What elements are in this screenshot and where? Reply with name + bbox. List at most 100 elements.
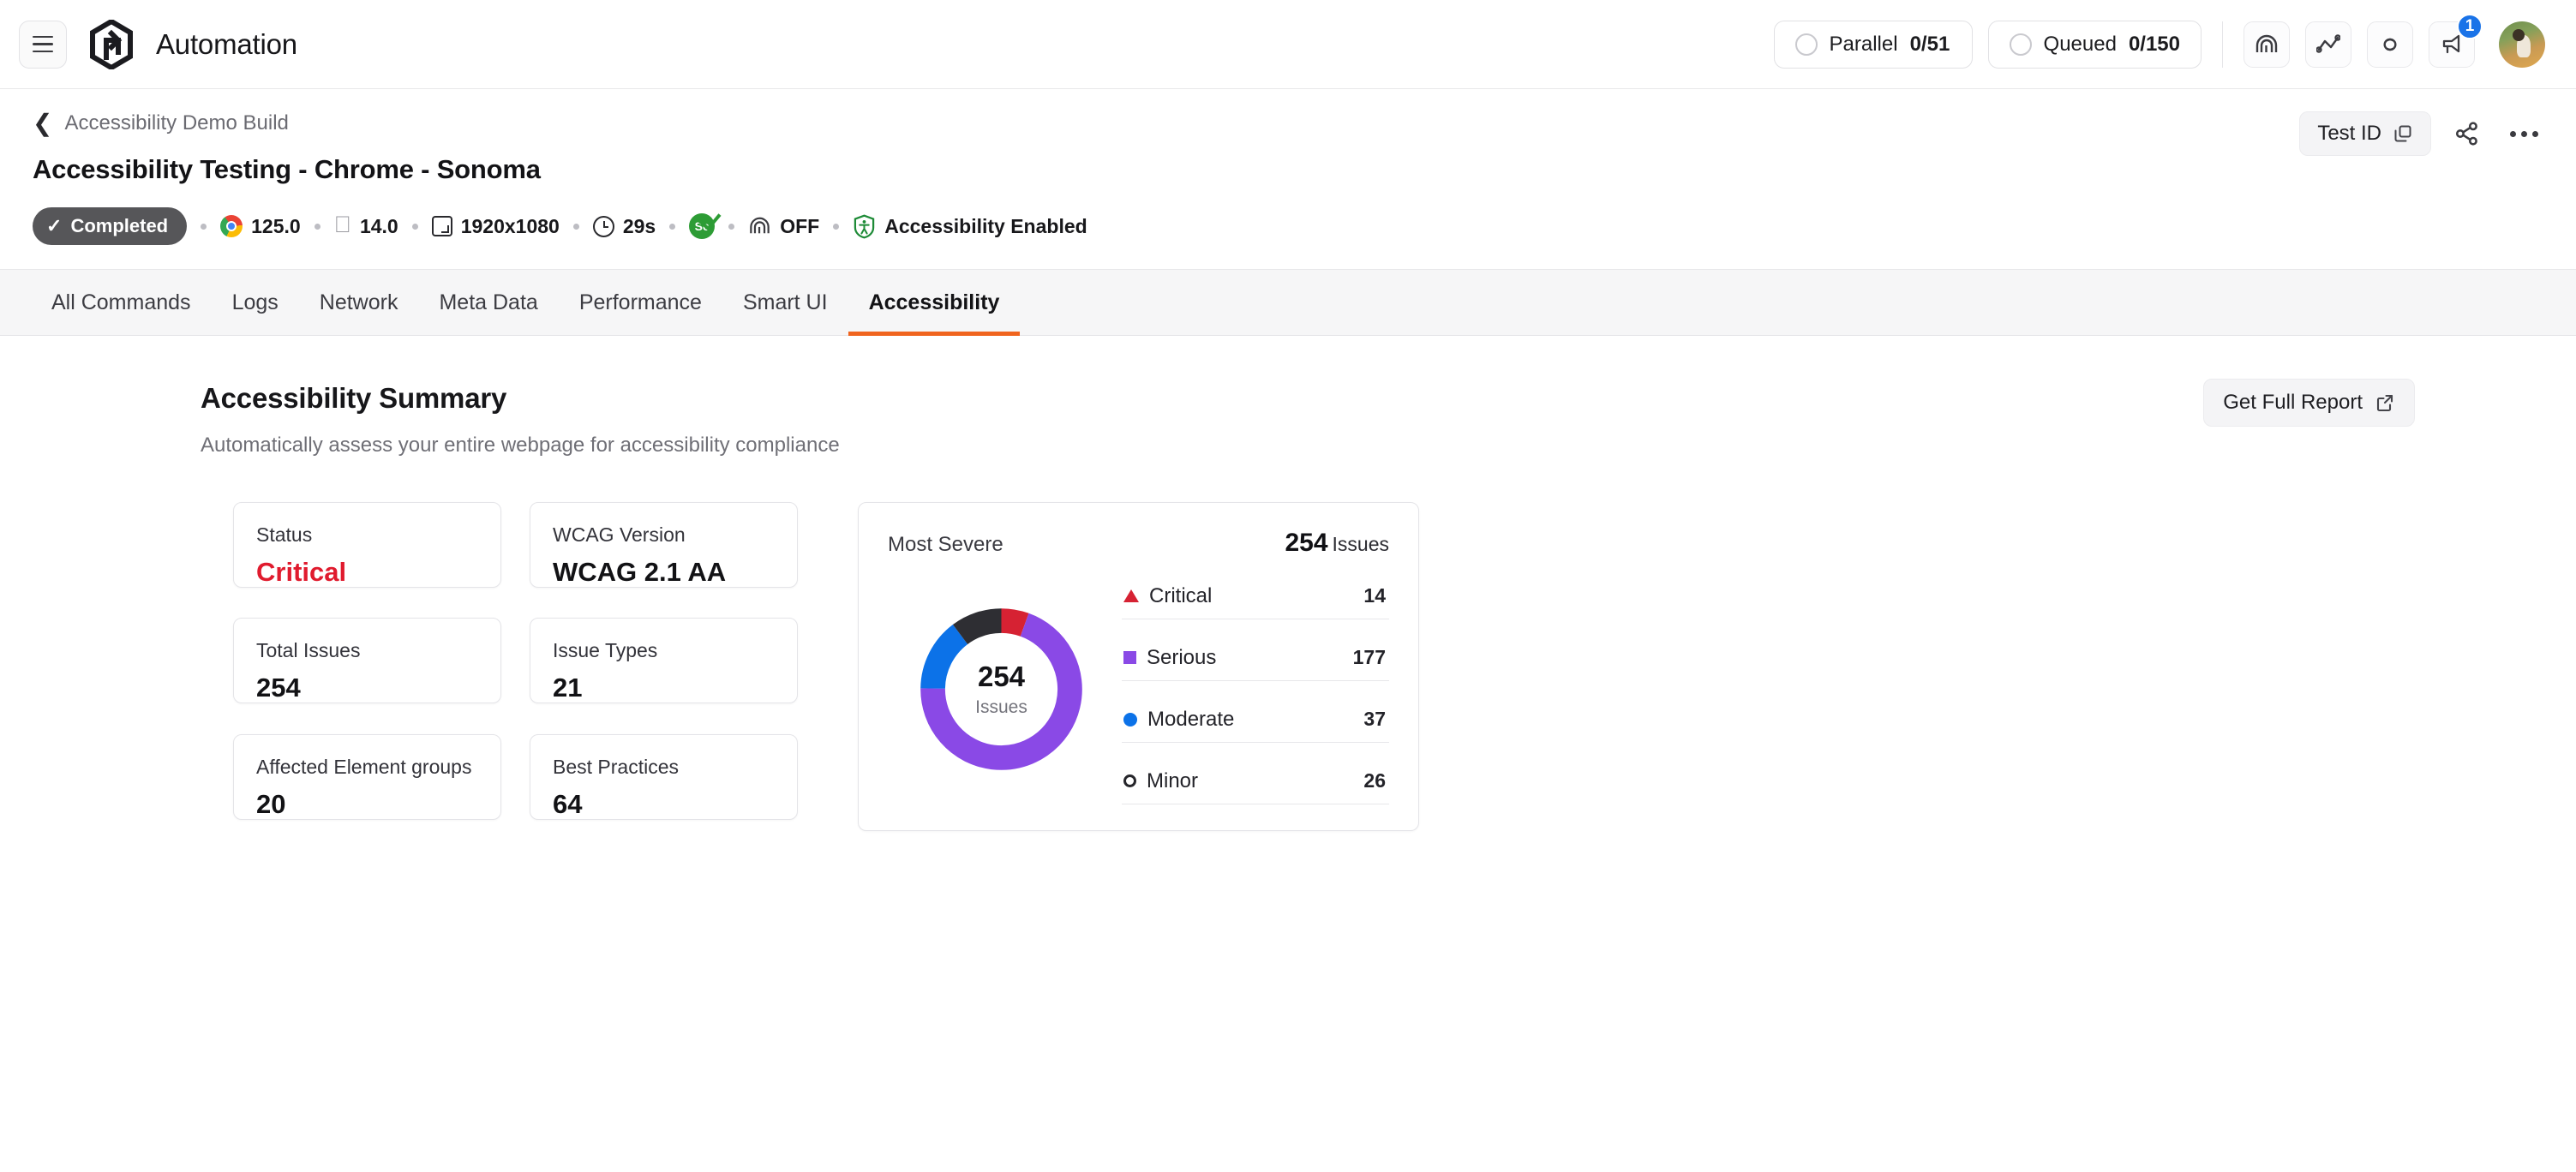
test-id-label: Test ID	[2317, 122, 2381, 145]
announcements-icon[interactable]: 1	[2429, 13, 2483, 68]
duration-label: 29s	[605, 214, 656, 237]
resolution: 1920x1080	[431, 215, 560, 238]
stat-label: WCAG Version	[553, 523, 686, 546]
separator-dot	[314, 223, 321, 230]
stat-label: Status	[256, 523, 313, 546]
notification-badge: 1	[2457, 13, 2483, 39]
status-label: Completed	[70, 215, 169, 236]
donut-center-value: 254	[977, 660, 1026, 692]
stat-label: Affected Element groups	[256, 755, 472, 778]
chart-title: Most Severe	[888, 533, 1003, 556]
chevron-left-icon: ❮	[33, 110, 53, 136]
queued-label: Queued	[2043, 32, 2117, 56]
chart-legend: Critical 14 Serious 177 Moderate 37 Mino…	[1122, 573, 1389, 804]
breadcrumb[interactable]: ❮ Accessibility Demo Build	[33, 111, 289, 135]
legend-value: 177	[1352, 646, 1386, 668]
hamburger-icon[interactable]	[19, 20, 67, 69]
fingerprint-icon	[750, 217, 770, 234]
progress-ring-icon	[2009, 33, 2032, 56]
selenium-icon: Se	[689, 213, 716, 239]
topbar-actions: Parallel 0/51 Queued 0/150 1	[1773, 13, 2545, 69]
tab-meta-data[interactable]: Meta Data	[418, 270, 558, 335]
os-version:  14.0	[334, 212, 398, 238]
page-section-subtitle: Automatically assess your entire webpage…	[201, 434, 840, 457]
get-full-report-button[interactable]: Get Full Report	[2203, 379, 2415, 427]
duration: 29s	[592, 214, 656, 238]
top-bar: Automation Parallel 0/51 Queued 0/150 1	[0, 0, 2576, 89]
framework: Se	[689, 213, 716, 239]
legend-row-minor[interactable]: Minor 26	[1122, 758, 1389, 804]
minor-ring-icon	[1123, 774, 1136, 787]
test-id-button[interactable]: Test ID	[2299, 111, 2431, 156]
legend-value: 26	[1363, 769, 1386, 792]
fingerprint-icon[interactable]	[2244, 21, 2290, 68]
legend-value: 37	[1363, 708, 1386, 730]
chrome-icon	[220, 215, 243, 237]
fingerprint-label: OFF	[762, 214, 819, 237]
stat-label: Issue Types	[553, 639, 658, 662]
stat-cards-grid: Status Critical WCAG Version WCAG 2.1 AA…	[233, 502, 798, 831]
app-title: Automation	[156, 27, 297, 60]
chart-header: Most Severe 254 Issues	[888, 529, 1389, 558]
test-meta-row: ✓ Completed 125.0  14.0 1920x1080 29s S…	[33, 207, 2545, 245]
stat-value: 64	[553, 788, 583, 819]
resolution-icon	[431, 216, 452, 236]
analytics-icon[interactable]	[2305, 21, 2351, 68]
copy-icon	[2394, 125, 2411, 142]
parallel-status-pill[interactable]: Parallel 0/51	[1773, 20, 1973, 69]
tab-accessibility[interactable]: Accessibility	[848, 270, 1021, 336]
accessibility-shield-icon	[854, 213, 875, 238]
donut-chart: 254 Issues	[914, 601, 1089, 777]
legend-label: Moderate	[1147, 707, 1235, 731]
tab-smart-ui[interactable]: Smart UI	[722, 270, 848, 335]
browser-version: 125.0	[220, 215, 301, 238]
stat-card-best-practices: Best Practices 64	[530, 733, 798, 820]
get-full-report-label: Get Full Report	[2223, 391, 2363, 414]
stat-label: Total Issues	[256, 639, 361, 662]
legend-row-moderate[interactable]: Moderate 37	[1122, 697, 1389, 743]
tab-performance[interactable]: Performance	[559, 270, 722, 335]
more-options-icon[interactable]	[2503, 124, 2545, 144]
stat-value: WCAG 2.1 AA	[553, 557, 727, 587]
queued-status-pill[interactable]: Queued 0/150	[1987, 20, 2202, 69]
stat-label: Best Practices	[553, 755, 679, 778]
share-icon[interactable]	[2450, 117, 2484, 151]
stat-card-wcag-version: WCAG Version WCAG 2.1 AA	[530, 502, 798, 588]
parallel-count: 0/51	[1909, 32, 1950, 56]
stat-value: Critical	[256, 557, 347, 587]
page-section-title: Accessibility Summary	[201, 382, 507, 414]
chart-total-label: Issues	[1332, 533, 1389, 555]
progress-ring-icon	[1794, 33, 1818, 56]
apple-icon: 	[334, 212, 351, 236]
separator-dot	[572, 223, 579, 230]
breadcrumb-label: Accessibility Demo Build	[64, 111, 289, 135]
legend-label: Minor	[1147, 768, 1199, 792]
legend-value: 14	[1363, 584, 1386, 607]
stat-card-status: Status Critical	[233, 502, 501, 588]
accessibility-label: Accessibility Enabled	[866, 214, 1087, 237]
most-severe-chart-panel: Most Severe 254 Issues 254 Issues Critic…	[858, 502, 1419, 831]
divider	[2222, 21, 2223, 68]
os-version-label: 14.0	[342, 214, 398, 237]
integrations-icon[interactable]	[2367, 21, 2413, 68]
tab-network[interactable]: Network	[299, 270, 419, 335]
separator-dot	[411, 223, 418, 230]
donut-center-caption: Issues	[975, 697, 1027, 717]
legend-row-critical[interactable]: Critical 14	[1122, 573, 1389, 619]
tab-bar: All Commands Logs Network Meta Data Perf…	[0, 269, 2576, 336]
separator-dot	[833, 223, 840, 230]
stat-value: 254	[256, 673, 301, 703]
stat-card-total-issues: Total Issues 254	[233, 618, 501, 704]
accessibility-state: Accessibility Enabled	[853, 213, 1087, 239]
chart-total: 254 Issues	[1285, 529, 1389, 558]
donut-center-label: 254 Issues	[914, 601, 1089, 777]
legend-row-serious[interactable]: Serious 177	[1122, 635, 1389, 681]
tab-all-commands[interactable]: All Commands	[33, 270, 212, 335]
sub-header: ❮ Accessibility Demo Build Accessibility…	[0, 89, 2576, 245]
tab-logs[interactable]: Logs	[212, 270, 299, 335]
avatar[interactable]	[2499, 21, 2545, 68]
page-title: Accessibility Testing - Chrome - Sonoma	[33, 154, 541, 184]
moderate-circle-icon	[1123, 712, 1137, 727]
separator-dot	[728, 223, 735, 230]
